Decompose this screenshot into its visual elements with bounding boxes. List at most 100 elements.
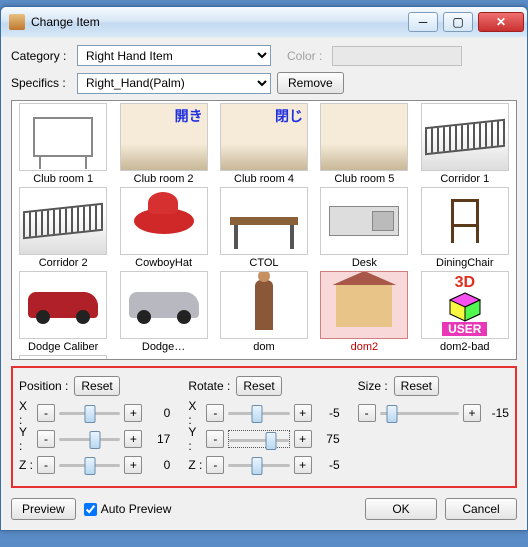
thumb-image [120, 187, 208, 255]
change-item-window: Change Item ─ ▢ ✕ Category : Right Hand … [0, 6, 528, 531]
specifics-label: Specifics : [11, 76, 71, 90]
thumb-image [19, 103, 107, 171]
thumb-image [421, 187, 509, 255]
close-button[interactable]: ✕ [478, 12, 524, 32]
cancel-button[interactable]: Cancel [445, 498, 517, 520]
thumb-image [19, 271, 107, 339]
gallery-item[interactable]: Dodge Caliber [14, 271, 112, 353]
auto-preview-input[interactable] [84, 503, 97, 516]
thumb-image [320, 271, 408, 339]
thumb-caption: Club room 1 [18, 173, 108, 185]
category-select[interactable]: Right Hand Item [77, 45, 271, 66]
rot-y-slider[interactable] [228, 430, 289, 448]
rot-x-slider[interactable] [228, 404, 289, 422]
transform-panel: Position : Reset X : - + 0 Y : - + [11, 366, 517, 488]
pos-z-value: 0 [146, 458, 170, 472]
gallery-item[interactable]: 3DUSER dom2-bad [416, 271, 514, 353]
window-title: Change Item [31, 15, 406, 29]
gallery-item[interactable]: CTOL [215, 187, 313, 269]
thumb-caption: Club room 4 [219, 173, 309, 185]
gallery-item[interactable]: Club room 4 [215, 103, 313, 185]
rot-y-value: 75 [316, 432, 340, 446]
rot-x-minus[interactable]: - [206, 404, 224, 422]
gallery-item[interactable]: Club room 2 [114, 103, 212, 185]
pos-z-label: Z : [19, 458, 33, 472]
thumb-image [320, 103, 408, 171]
thumb-caption: Desk [319, 257, 409, 269]
auto-preview-label: Auto Preview [101, 502, 172, 516]
color-label: Color : [287, 49, 322, 63]
rot-z-slider[interactable] [228, 456, 289, 474]
thumb-image [19, 355, 107, 360]
size-column: Size : Reset - + -15 [358, 376, 509, 480]
thumb-caption: dom [219, 341, 309, 353]
specifics-select[interactable]: Right_Hand(Palm) [77, 73, 271, 94]
position-header: Position : [19, 379, 68, 393]
pos-z-minus[interactable]: - [37, 456, 55, 474]
thumb-image [220, 103, 308, 171]
titlebar[interactable]: Change Item ─ ▢ ✕ [1, 7, 527, 37]
pos-y-minus[interactable]: - [37, 430, 55, 448]
gallery-item[interactable]: dom [215, 271, 313, 353]
rotate-column: Rotate : Reset X : - + -5 Y : - + [188, 376, 339, 480]
rot-z-plus[interactable]: + [294, 456, 312, 474]
maximize-button[interactable]: ▢ [443, 12, 473, 32]
rot-z-minus[interactable]: - [206, 456, 224, 474]
thumb-caption: Club room 5 [319, 173, 409, 185]
gallery-item[interactable]: Dodge… [114, 271, 212, 353]
thumb-image [19, 187, 107, 255]
gallery-item[interactable]: CowboyHat [114, 187, 212, 269]
remove-button[interactable]: Remove [277, 72, 344, 94]
minimize-button[interactable]: ─ [408, 12, 438, 32]
gallery-item[interactable]: Dragon Wings [14, 355, 112, 360]
item-gallery[interactable]: Club room 1 Club room 2 Club room 4 Club ro… [11, 100, 517, 360]
rot-x-value: -5 [316, 406, 340, 420]
gallery-item[interactable]: dom2 [315, 271, 413, 353]
thumb-caption: Dodge Caliber [18, 341, 108, 353]
position-reset-button[interactable]: Reset [74, 376, 119, 396]
color-swatch[interactable] [332, 46, 462, 66]
pos-y-slider[interactable] [59, 430, 120, 448]
position-column: Position : Reset X : - + 0 Y : - + [19, 376, 170, 480]
pos-x-slider[interactable] [59, 404, 120, 422]
size-slider[interactable] [380, 404, 459, 422]
rot-z-label: Z : [188, 458, 202, 472]
gallery-item[interactable]: Club room 1 [14, 103, 112, 185]
auto-preview-checkbox[interactable]: Auto Preview [84, 502, 172, 516]
ok-button[interactable]: OK [365, 498, 437, 520]
size-plus[interactable]: + [463, 404, 481, 422]
gallery-item[interactable]: Club room 5 [315, 103, 413, 185]
pos-y-label: Y : [19, 425, 33, 453]
gallery-item[interactable]: DiningChair [416, 187, 514, 269]
app-icon [9, 14, 25, 30]
thumb-caption: Corridor 1 [420, 173, 510, 185]
pos-y-value: 17 [146, 432, 170, 446]
pos-z-slider[interactable] [59, 456, 120, 474]
rot-x-plus[interactable]: + [294, 404, 312, 422]
gallery-item[interactable]: Corridor 1 [416, 103, 514, 185]
rotate-reset-button[interactable]: Reset [236, 376, 281, 396]
rot-z-value: -5 [316, 458, 340, 472]
size-minus[interactable]: - [358, 404, 376, 422]
thumb-caption: Corridor 2 [18, 257, 108, 269]
thumb-image: 3DUSER [421, 271, 509, 339]
pos-x-value: 0 [146, 406, 170, 420]
client-area: Category : Right Hand Item Color : Speci… [1, 37, 527, 530]
thumb-caption: CowboyHat [119, 257, 209, 269]
thumb-image [120, 103, 208, 171]
gallery-item[interactable]: Desk [315, 187, 413, 269]
pos-x-plus[interactable]: + [124, 404, 142, 422]
rot-y-minus[interactable]: - [206, 430, 224, 448]
gallery-item[interactable]: Corridor 2 [14, 187, 112, 269]
pos-x-minus[interactable]: - [37, 404, 55, 422]
size-reset-button[interactable]: Reset [394, 376, 439, 396]
rot-y-plus[interactable]: + [294, 430, 312, 448]
thumb-caption: dom2-bad [420, 341, 510, 353]
thumb-image [220, 271, 308, 339]
size-header: Size : [358, 379, 388, 393]
rotate-header: Rotate : [188, 379, 230, 393]
rot-y-label: Y : [188, 425, 202, 453]
pos-z-plus[interactable]: + [124, 456, 142, 474]
preview-button[interactable]: Preview [11, 498, 76, 520]
pos-y-plus[interactable]: + [124, 430, 142, 448]
